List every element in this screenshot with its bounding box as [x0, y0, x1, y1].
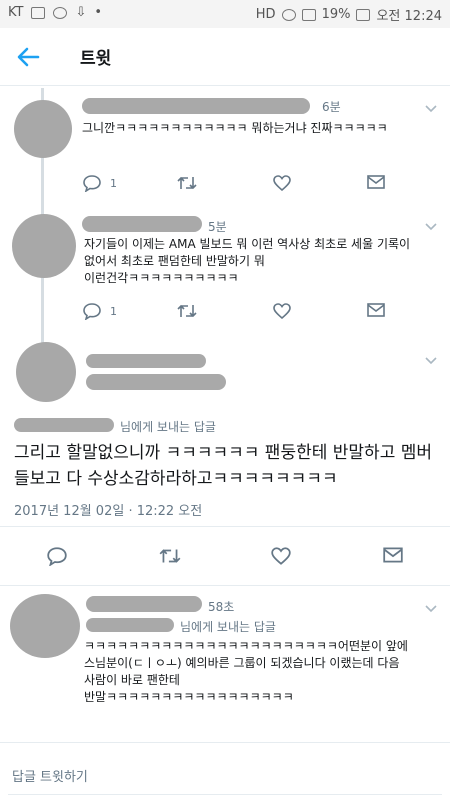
- retweet-button[interactable]: [176, 174, 198, 192]
- reply-button[interactable]: [46, 546, 68, 566]
- redacted-username: [86, 596, 202, 612]
- reply-count: 1: [110, 304, 117, 318]
- retweet-icon: [159, 549, 181, 563]
- chevron-down-icon[interactable]: [424, 356, 438, 366]
- avatar[interactable]: [12, 214, 76, 278]
- divider: [0, 742, 450, 743]
- signal-icon: [301, 8, 316, 21]
- tweet-timestamp[interactable]: 2017년 12월 02일 · 12:22 오전: [14, 500, 202, 519]
- heart-icon: [273, 303, 291, 320]
- chevron-down-icon[interactable]: [424, 604, 438, 614]
- divider: [0, 526, 450, 527]
- status-bar: KT ⇩ • HD 19% 오전 12:24: [0, 0, 450, 28]
- redacted-reply-handle: [14, 418, 114, 432]
- redacted-display-name: [86, 354, 206, 368]
- thread-tweet[interactable]: 5분 자기들이 이제는 AMA 빌보드 뭐 이런 역사상 최초로 세울 기록이 …: [0, 206, 450, 330]
- mail-icon: [383, 547, 403, 563]
- thread-tweet[interactable]: 6분 그니깐ㅋㅋㅋㅋㅋㅋㅋㅋㅋㅋㅋㅋ 뭐하는거냐 진짜ㅋㅋㅋㅋㅋ 1: [0, 88, 450, 206]
- hd-label: HD: [255, 7, 276, 22]
- redacted-reply-handle: [86, 618, 174, 632]
- reply-button[interactable]: 1: [82, 174, 117, 192]
- retweet-button[interactable]: [158, 546, 182, 566]
- heart-icon: [273, 175, 291, 192]
- mail-icon: [367, 303, 385, 317]
- more-dots-icon: •: [94, 5, 103, 20]
- retweet-icon: [177, 176, 197, 190]
- clock-label: 오전 12:24: [376, 9, 442, 24]
- avatar[interactable]: [16, 342, 76, 402]
- heart-icon: [271, 547, 291, 565]
- dm-button[interactable]: [366, 174, 386, 190]
- wifi-icon: [281, 8, 296, 21]
- mail-icon: [367, 175, 385, 189]
- tweet-actions: 1: [82, 174, 402, 196]
- reply-tweet[interactable]: 58초 님에게 보내는 답글 ㅋㅋㅋㅋㅋㅋㅋㅋㅋㅋㅋㅋㅋㅋㅋㅋㅋㅋㅋㅋㅋㅋㅋ어떤…: [0, 586, 450, 726]
- reply-icon: [83, 303, 101, 320]
- back-button[interactable]: [14, 44, 44, 70]
- gallery-icon: [31, 6, 46, 19]
- tweet-text: 그리고 할말없으니까 ㅋㅋㅋㅋㅋㅋ 팬둥한테 반말하고 멤버들보고 다 수상소감…: [14, 443, 433, 489]
- redacted-username: [82, 98, 310, 114]
- reply-icon: [83, 175, 101, 192]
- like-button[interactable]: [272, 302, 292, 320]
- tweet-text: ㅋㅋㅋㅋㅋㅋㅋㅋㅋㅋㅋㅋㅋㅋㅋㅋㅋㅋㅋㅋㅋㅋㅋ어떤분이 앞에 스님분이(ㄷㅣㅇㅗ…: [84, 639, 408, 704]
- arrow-left-icon: [17, 47, 40, 67]
- like-button[interactable]: [272, 174, 292, 192]
- reply-button[interactable]: 1: [82, 302, 117, 320]
- reply-compose-prompt[interactable]: 답글 트윗하기: [12, 766, 88, 785]
- dm-button[interactable]: [382, 546, 404, 564]
- tweet-time: 6분: [322, 100, 341, 114]
- chevron-down-icon[interactable]: [424, 104, 438, 114]
- avatar[interactable]: [10, 594, 80, 658]
- dm-button[interactable]: [366, 302, 386, 318]
- tweet-text: 그니깐ㅋㅋㅋㅋㅋㅋㅋㅋㅋㅋㅋㅋ 뭐하는거냐 진짜ㅋㅋㅋㅋㅋ: [82, 121, 388, 135]
- tweet-actions: [46, 546, 416, 568]
- retweet-icon: [177, 304, 197, 318]
- avatar[interactable]: [14, 100, 72, 158]
- redacted-username: [82, 216, 202, 232]
- reply-icon: [47, 547, 67, 566]
- download-icon: ⇩: [75, 5, 87, 20]
- tweet-time: 5분: [208, 220, 227, 234]
- weather-icon: [53, 6, 68, 19]
- redacted-username: [86, 374, 226, 390]
- reply-count: 1: [110, 176, 117, 190]
- retweet-button[interactable]: [176, 302, 198, 320]
- tweet-text: 자기들이 이제는 AMA 빌보드 뭐 이런 역사상 최초로 세울 기록이 없어서…: [84, 237, 411, 285]
- reply-to-label[interactable]: 님에게 보내는 답글: [180, 618, 276, 635]
- battery-label: 19%: [321, 7, 351, 22]
- chevron-down-icon[interactable]: [424, 222, 438, 232]
- battery-icon: [356, 8, 371, 21]
- tweet-actions: 1: [82, 302, 402, 324]
- carrier-label: KT: [8, 5, 24, 20]
- like-button[interactable]: [270, 546, 292, 566]
- app-header: 트윗: [0, 28, 450, 86]
- page-title: 트윗: [80, 49, 112, 69]
- focused-tweet: 님에게 보내는 답글 그리고 할말없으니까 ㅋㅋㅋㅋㅋㅋ 팬둥한테 반말하고 멤…: [0, 336, 450, 586]
- divider: [8, 794, 442, 795]
- tweet-time: 58초: [208, 600, 235, 614]
- reply-to-label[interactable]: 님에게 보내는 답글: [120, 418, 216, 435]
